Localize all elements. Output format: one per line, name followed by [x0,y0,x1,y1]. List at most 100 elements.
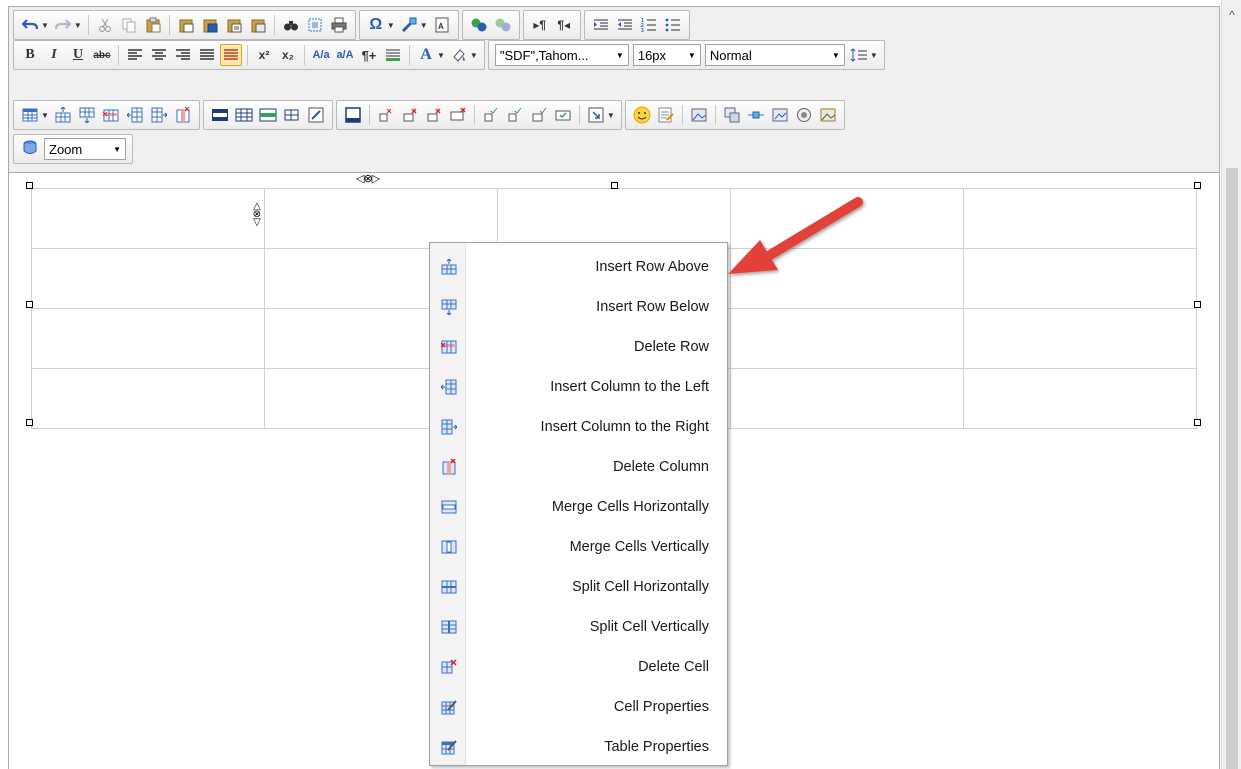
toolbar-table-grid-icon[interactable] [233,104,255,126]
menu-item-insert-column-right[interactable]: Insert Column to the Right [430,407,727,447]
subscript-button[interactable]: x₂ [277,44,299,66]
align-justify-icon[interactable] [196,44,218,66]
menu-item-merge-cells-vertically[interactable]: Merge Cells Vertically [430,527,727,567]
form-select-icon[interactable] [585,104,607,126]
toolbar-cell-properties-icon[interactable] [305,104,327,126]
menu-item-split-cell-vertically[interactable]: Split Cell Vertically [430,607,727,647]
lowercase-icon[interactable]: a/A [334,44,356,66]
align-right-icon[interactable] [172,44,194,66]
paste-html-icon[interactable] [223,14,245,36]
toolbar-insert-column-right-icon[interactable] [148,104,170,126]
indent-icon[interactable] [590,14,612,36]
table-cell[interactable] [963,368,1197,429]
format-dropdown[interactable]: Normal ▼ [704,44,845,66]
table-cell[interactable] [264,188,498,249]
menu-item-insert-column-left[interactable]: Insert Column to the Left [430,367,727,407]
toolbar-insert-row-above-icon[interactable] [52,104,74,126]
insert-table-dropdown-icon[interactable]: ▼ [41,111,49,120]
insert-gallery-icon[interactable] [817,104,839,126]
insert-frame-icon[interactable] [342,104,364,126]
menu-item-merge-cells-horizontally[interactable]: Merge Cells Horizontally [430,487,727,527]
form-button-insert-icon[interactable] [552,104,574,126]
row-resize-icon[interactable]: △ ⊗ ▽ [252,202,262,228]
vertical-scrollbar[interactable]: ^ [1221,0,1241,769]
form-textfield-delete-icon[interactable] [423,104,445,126]
table-resize-handle-top-middle[interactable] [611,182,618,189]
undo-button[interactable] [19,14,41,36]
database-icon[interactable] [19,138,41,160]
highlight-color-icon[interactable] [448,44,470,66]
paste-word-icon[interactable] [199,14,221,36]
font-color-dropdown-icon[interactable]: ▼ [437,51,445,60]
font-size-dropdown[interactable]: 16px ▼ [632,44,701,66]
copy-icon[interactable] [118,14,140,36]
rtl-direction-icon[interactable]: ¶◂ [553,14,575,36]
image-map-icon[interactable] [721,104,743,126]
menu-item-delete-cell[interactable]: Delete Cell [430,647,727,687]
align-left-icon[interactable] [124,44,146,66]
cut-icon[interactable] [94,14,116,36]
format-painter-icon[interactable] [398,14,420,36]
form-checkbox-delete-icon[interactable] [375,104,397,126]
toolbar-delete-column-icon[interactable] [172,104,194,126]
italic-button[interactable]: I [43,44,65,66]
insert-youtube-icon[interactable] [793,104,815,126]
toolbar-merge-cells-horizontally-icon[interactable] [209,104,231,126]
scroll-up-icon[interactable]: ^ [1222,6,1241,24]
table-cell[interactable] [963,308,1197,369]
find-replace-icon[interactable] [280,14,302,36]
table-resize-handle-top-right[interactable] [1194,182,1201,189]
table-resize-handle-middle-right[interactable] [1194,301,1201,308]
font-color-button[interactable]: A [415,44,437,66]
table-cell[interactable] [730,308,964,369]
insert-table-icon[interactable] [19,104,41,126]
bold-button[interactable]: B [19,44,41,66]
menu-item-table-properties[interactable]: Table Properties [430,727,727,767]
line-height-icon[interactable] [382,44,404,66]
table-resize-handle-bottom-right[interactable] [1194,419,1201,426]
outdent-icon[interactable] [614,14,636,36]
paste-text-icon[interactable] [175,14,197,36]
redo-button[interactable] [52,14,74,36]
paragraph-icon[interactable]: ¶+ [358,44,380,66]
form-textfield-insert-icon[interactable] [528,104,550,126]
insert-flash-icon[interactable] [745,104,767,126]
table-cell[interactable] [31,188,265,249]
form-checkbox-insert-icon[interactable] [480,104,502,126]
line-spacing-dropdown-icon[interactable]: ▼ [870,51,878,60]
table-cell[interactable] [497,188,731,249]
underline-button[interactable]: U [67,44,89,66]
ordered-list-icon[interactable]: 123 [638,14,660,36]
redo-dropdown-icon[interactable]: ▼ [74,21,82,30]
menu-item-insert-row-above[interactable]: Insert Row Above [430,247,727,287]
table-resize-handle-top-left[interactable] [26,182,33,189]
toolbar-merge-cells-vertically-icon[interactable] [257,104,279,126]
ltr-direction-icon[interactable]: ▸¶ [529,14,551,36]
menu-item-delete-column[interactable]: Delete Column [430,447,727,487]
table-cell[interactable] [31,368,265,429]
toolbar-insert-row-below-icon[interactable] [76,104,98,126]
paste-special-icon[interactable] [247,14,269,36]
scrollbar-track[interactable] [1226,168,1238,769]
align-center-icon[interactable] [148,44,170,66]
toolbar-split-cell-icon[interactable] [281,104,303,126]
toolbar-delete-row-icon[interactable] [100,104,122,126]
highlight-color-dropdown-icon[interactable]: ▼ [470,51,478,60]
insert-link-icon[interactable] [468,14,490,36]
paste-icon[interactable] [142,14,164,36]
emoticon-icon[interactable] [631,104,653,126]
print-icon[interactable] [328,14,350,36]
format-painter-dropdown-icon[interactable]: ▼ [420,21,428,30]
table-cell[interactable] [31,308,265,369]
uppercase-icon[interactable]: A/a [310,44,332,66]
table-cell[interactable] [730,368,964,429]
form-radio-insert-icon[interactable] [504,104,526,126]
table-resize-handle-bottom-left[interactable] [26,419,33,426]
table-cell[interactable] [963,188,1197,249]
insert-media-icon[interactable] [769,104,791,126]
zoom-dropdown[interactable]: Zoom ▼ [44,138,126,160]
menu-item-cell-properties[interactable]: Cell Properties [430,687,727,727]
special-character-dropdown-icon[interactable]: ▼ [387,21,395,30]
table-resize-handle-middle-left[interactable] [26,301,33,308]
remove-link-icon[interactable] [492,14,514,36]
